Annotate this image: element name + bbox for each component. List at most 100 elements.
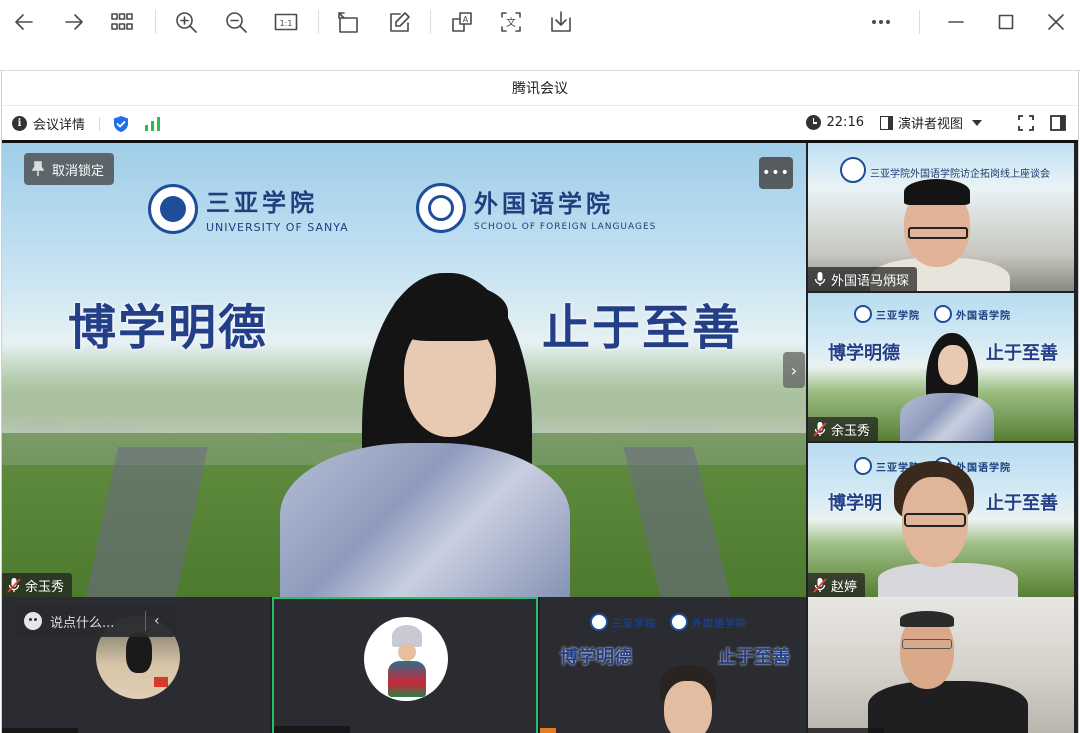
- toolbar-divider: [919, 10, 920, 34]
- participant-name-tag: [274, 726, 350, 733]
- participant-name: 余玉秀: [831, 423, 871, 439]
- mic-icon: [814, 272, 826, 286]
- more-options-button[interactable]: •••: [759, 157, 793, 189]
- actual-size-label: 1:1: [280, 19, 293, 28]
- toolbar-divider: [155, 10, 156, 34]
- university-seal: [148, 183, 198, 234]
- meeting-window: 腾讯会议 i 会议详情 22:16 演讲者视图 三亚学院 UNIVERSITY …: [1, 71, 1079, 733]
- video-stage: 三亚学院 UNIVERSITY OF SANYA 外国语学院 SCHOOL OF…: [2, 140, 1078, 733]
- university-logo: 三亚学院 UNIVERSITY OF SANYA: [148, 183, 349, 234]
- viewer-toolbar-spacer: [0, 43, 1080, 71]
- mini-slogan-right: 止于至善: [986, 343, 1058, 364]
- rotate-icon[interactable]: [334, 8, 362, 36]
- meeting-details-label: 会议详情: [33, 118, 86, 133]
- translate-label: A: [463, 15, 469, 24]
- participant-name-tag: 余玉秀: [808, 417, 879, 441]
- participant-name-tag: 外国语马炳琛: [808, 267, 918, 291]
- campus-road: [86, 447, 208, 597]
- participant-name: 外国语马炳琛: [831, 273, 910, 289]
- mini-slogan-left: 博学明德: [560, 647, 632, 668]
- speaker-name: 余玉秀: [25, 579, 65, 595]
- collapse-chat-icon[interactable]: ‹: [154, 613, 170, 629]
- university-name-cn: 三亚学院: [206, 188, 318, 217]
- host-badge: [540, 728, 556, 733]
- speaker-name-tag: 余玉秀: [2, 573, 73, 597]
- participant-name: 赵婷: [831, 579, 858, 595]
- participant-tile[interactable]: 三亚学院外国语学院访企拓岗线上座谈会 外国语马炳琛: [808, 143, 1074, 291]
- actual-size-icon[interactable]: 1:1: [272, 8, 300, 36]
- security-shield-icon[interactable]: [112, 115, 130, 133]
- chat-input[interactable]: 说点什么... ‹: [14, 605, 176, 637]
- info-divider: [99, 117, 100, 131]
- network-signal-icon[interactable]: [144, 117, 162, 131]
- participant-tile[interactable]: 三亚学院 外国语学院 博学明德 止于至善: [540, 597, 806, 733]
- mic-muted-icon: [813, 578, 827, 593]
- meeting-details-button[interactable]: i 会议详情: [12, 114, 85, 133]
- minimize-icon[interactable]: [942, 8, 970, 36]
- info-bar-right: 22:16 演讲者视图: [805, 113, 1066, 132]
- close-icon[interactable]: [1042, 8, 1070, 36]
- unlock-pin-button[interactable]: 取消锁定: [24, 153, 115, 185]
- window-title: 腾讯会议: [512, 81, 568, 97]
- zoom-out-icon[interactable]: [222, 8, 250, 36]
- chat-divider: [145, 611, 146, 631]
- main-speaker-video[interactable]: 三亚学院 UNIVERSITY OF SANYA 外国语学院 SCHOOL OF…: [2, 143, 806, 597]
- forward-arrow-icon[interactable]: [60, 8, 88, 36]
- mini-slogan-right: 止于至善: [986, 493, 1058, 514]
- mini-school-name: 外国语学院: [956, 310, 1011, 322]
- meeting-duration: 22:16: [826, 115, 864, 130]
- pin-icon: [32, 161, 44, 176]
- side-panel-icon[interactable]: [1050, 114, 1066, 131]
- translate-icon[interactable]: A: [448, 8, 476, 36]
- edit-icon[interactable]: [386, 8, 414, 36]
- fullscreen-icon[interactable]: [1018, 114, 1034, 131]
- maximize-icon[interactable]: [992, 8, 1020, 36]
- university-seal: [840, 157, 866, 183]
- toolbar-divider: [318, 10, 319, 34]
- school-name-cn: 外国语学院: [474, 189, 614, 218]
- mini-logo: 三亚学院 外国语学院: [854, 305, 1011, 323]
- participant-name-tag: 赵婷: [808, 573, 866, 597]
- participant-tile[interactable]: 三亚学院 外国语学院 博学明德 止于至善 余玉秀: [808, 293, 1074, 441]
- campus-road: [623, 447, 731, 597]
- participant-tile[interactable]: [808, 597, 1074, 733]
- slogan-right: 止于至善: [542, 300, 743, 356]
- clock-icon: [805, 115, 821, 130]
- viewer-toolbar: 1:1 A 文: [0, 0, 1080, 44]
- meeting-info-bar: i 会议详情 22:16 演讲者视图: [2, 106, 1078, 140]
- mini-slogan-left: 博学明德: [828, 343, 900, 364]
- mini-logo: 三亚学院 外国语学院: [590, 613, 747, 631]
- more-icon[interactable]: [867, 8, 895, 36]
- toolbar-divider: [430, 10, 431, 34]
- emoji-icon[interactable]: [24, 612, 42, 630]
- speaker-view-icon: [879, 115, 893, 130]
- ocr-text-icon[interactable]: 文: [497, 8, 525, 36]
- next-page-button[interactable]: ›: [783, 352, 805, 388]
- participant-avatar: [364, 617, 448, 701]
- mic-muted-icon: [813, 422, 827, 437]
- back-arrow-icon[interactable]: [10, 8, 38, 36]
- mini-university-name: 三亚学院: [876, 310, 920, 322]
- participant-name-tag: [808, 728, 884, 733]
- ocr-label: 文: [506, 16, 516, 29]
- info-icon: i: [12, 116, 27, 131]
- school-name-en: SCHOOL OF FOREIGN LANGUAGES: [474, 222, 657, 232]
- chat-placeholder: 说点什么...: [50, 615, 115, 631]
- participant-tile[interactable]: 三亚学院 外国语学院 博学明 止于至善 赵婷: [808, 443, 1074, 597]
- download-icon[interactable]: [547, 8, 575, 36]
- participant-tile-active[interactable]: [272, 597, 538, 733]
- participant-tile[interactable]: 说点什么... ‹: [2, 597, 270, 733]
- participant-name-tag: [2, 728, 78, 733]
- mini-slogan-left: 博学明: [828, 493, 882, 514]
- mini-slogan-right: 止于至善: [718, 647, 790, 668]
- speaker-view-label: 演讲者视图: [897, 117, 963, 132]
- grid-view-icon[interactable]: [108, 8, 136, 36]
- university-name-en: UNIVERSITY OF SANYA: [206, 221, 349, 234]
- speaker-view-dropdown[interactable]: 演讲者视图: [879, 113, 982, 132]
- school-seal: [416, 183, 466, 233]
- slogan-left: 博学明德: [68, 300, 269, 356]
- mini-university-name: 三亚学院: [612, 618, 656, 630]
- zoom-in-icon[interactable]: [172, 8, 200, 36]
- school-logo: 外国语学院 SCHOOL OF FOREIGN LANGUAGES: [416, 183, 656, 233]
- chevron-down-icon: [972, 119, 982, 126]
